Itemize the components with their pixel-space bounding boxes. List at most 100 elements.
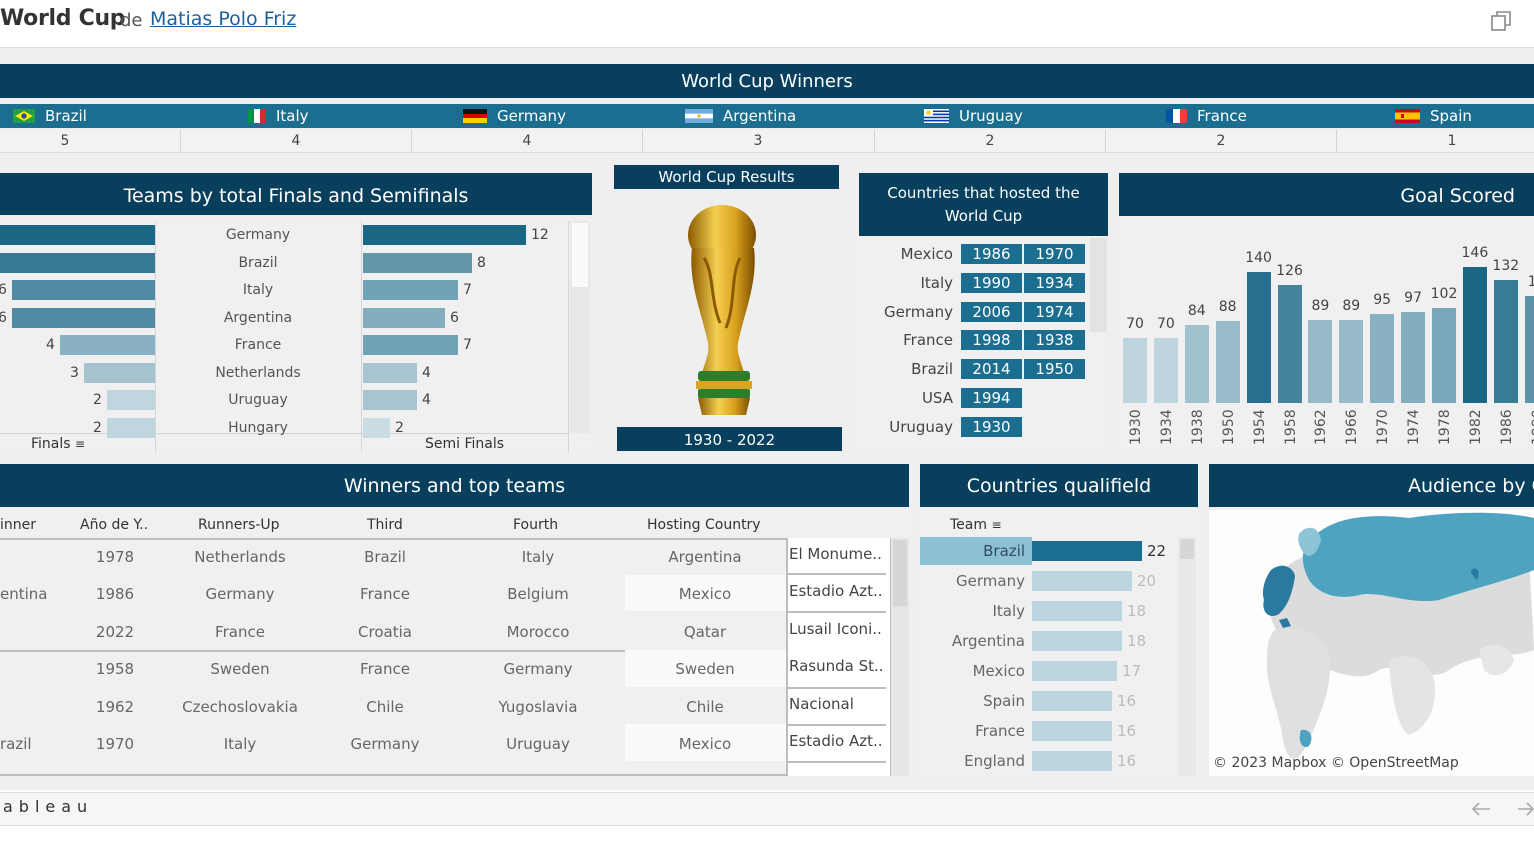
sort-icon[interactable]: ≡ <box>991 518 1001 532</box>
team-label[interactable]: Argentina <box>921 632 1025 650</box>
audience-map[interactable]: © 2023 Mapbox © OpenStreetMap <box>1209 510 1534 776</box>
host-year-badge[interactable]: 1994 <box>961 388 1022 408</box>
winner-spain[interactable]: Spain <box>1395 104 1472 128</box>
semis-bar[interactable] <box>363 225 526 245</box>
qualified-bar[interactable] <box>1032 541 1142 561</box>
team-label[interactable]: Spain <box>921 692 1025 710</box>
stadium-cell[interactable]: El Monume.. <box>789 545 885 563</box>
stadium-cell[interactable]: Nacional <box>789 695 885 713</box>
semis-bar[interactable] <box>363 252 472 273</box>
col-header-year[interactable]: Año de Y.. <box>80 517 148 533</box>
qualified-value-label: 20 <box>1137 572 1157 590</box>
host-country-label: Mexico <box>900 245 953 263</box>
team-label[interactable]: Brazil <box>921 542 1025 560</box>
host-year-badge[interactable]: 1938 <box>1024 330 1085 351</box>
goal-bar[interactable] <box>1370 314 1395 403</box>
team-label[interactable]: England <box>921 752 1025 770</box>
goal-bar[interactable] <box>1524 296 1534 403</box>
semis-bar[interactable] <box>363 390 417 410</box>
qualified-bar[interactable] <box>1032 721 1112 741</box>
host-year-badge[interactable]: 1974 <box>1024 301 1085 322</box>
brazil-flag-icon <box>13 109 35 123</box>
col-header-winner[interactable]: inner <box>0 517 36 533</box>
col-header-host[interactable]: Hosting Country <box>647 517 761 533</box>
goal-bar[interactable] <box>1184 325 1209 403</box>
semis-bar[interactable] <box>363 417 390 438</box>
qualified-bar[interactable] <box>1032 571 1132 591</box>
map-attribution[interactable]: © 2023 Mapbox © OpenStreetMap <box>1213 755 1459 771</box>
winner-uruguay[interactable]: Uruguay <box>924 104 1023 128</box>
col-header-fourth[interactable]: Fourth <box>513 517 558 533</box>
goal-bar[interactable] <box>1215 321 1240 403</box>
host-year-badge[interactable]: 1934 <box>1024 272 1085 293</box>
qualified-bar[interactable] <box>1032 661 1117 681</box>
goal-year-label: 1970 <box>1375 409 1392 445</box>
host-year-badge[interactable]: 1970 <box>1024 244 1085 264</box>
sort-icon[interactable]: ≡ <box>75 437 85 451</box>
winner-france[interactable]: France <box>1166 104 1247 128</box>
finals-axis-label[interactable]: Finals ≡ <box>31 436 85 452</box>
goal-bar[interactable] <box>1401 312 1426 403</box>
finals-bar[interactable] <box>0 225 155 245</box>
host-year-badge[interactable]: 2014 <box>961 359 1022 380</box>
goal-bar[interactable] <box>1493 280 1518 403</box>
audience-title-text: Audience by C <box>1408 475 1534 497</box>
host-year-badge[interactable]: 1950 <box>1024 359 1085 380</box>
col-header-runners-up[interactable]: Runners-Up <box>198 517 280 533</box>
semis-bar[interactable] <box>363 307 445 328</box>
scrollbar[interactable] <box>891 538 909 776</box>
goal-value-label: 132 <box>1492 258 1520 274</box>
undo-arrow-icon[interactable] <box>1470 801 1492 817</box>
finals-bar[interactable] <box>107 417 155 438</box>
team-label[interactable]: France <box>921 722 1025 740</box>
winner-germany[interactable]: Germany <box>463 104 566 128</box>
winner-argentina[interactable]: Argentina <box>685 104 796 128</box>
qualified-value-label: 16 <box>1117 722 1137 740</box>
finals-bar[interactable] <box>60 335 155 355</box>
host-year-badge[interactable]: 1930 <box>961 416 1022 437</box>
team-header[interactable]: Team ≡ <box>950 517 1002 533</box>
finals-bar[interactable] <box>107 390 155 410</box>
semis-bar[interactable] <box>363 335 458 355</box>
stadium-cell[interactable]: Estadio Azt.. <box>789 582 885 600</box>
semis-bar[interactable] <box>363 362 417 383</box>
stadium-cell[interactable]: Estadio Azt.. <box>789 732 885 750</box>
author-link[interactable]: Matias Polo Friz <box>150 8 296 30</box>
finals-bar[interactable] <box>84 362 155 383</box>
goal-bar[interactable] <box>1153 338 1178 403</box>
qualified-bar[interactable] <box>1032 631 1122 651</box>
stadium-cell[interactable]: Lusail Iconi.. <box>789 620 885 638</box>
scrollbar[interactable] <box>570 221 590 433</box>
qualified-bar[interactable] <box>1032 601 1122 621</box>
goal-bar[interactable] <box>1246 272 1271 403</box>
semis-bar[interactable] <box>363 280 458 300</box>
semis-value-label: 7 <box>463 337 472 353</box>
viz-header: World Cup de Matias Polo Friz <box>0 0 1534 48</box>
host-year-badge[interactable]: 1998 <box>961 330 1022 351</box>
host-year-badge[interactable]: 1986 <box>961 244 1022 264</box>
goal-bar[interactable] <box>1432 308 1456 403</box>
goal-bar[interactable] <box>1277 285 1302 403</box>
goal-bar[interactable] <box>1123 338 1147 403</box>
team-label[interactable]: Mexico <box>921 662 1025 680</box>
scrollbar[interactable] <box>1178 537 1196 776</box>
host-year-badge[interactable]: 2006 <box>961 301 1022 322</box>
redo-arrow-icon[interactable] <box>1518 801 1534 817</box>
goal-bar[interactable] <box>1462 267 1487 403</box>
qualified-bar[interactable] <box>1032 751 1112 771</box>
winner-brazil[interactable]: Brazil <box>13 104 87 128</box>
team-label[interactable]: Italy <box>921 602 1025 620</box>
finals-bar[interactable] <box>12 307 155 328</box>
team-label[interactable]: Germany <box>921 572 1025 590</box>
goal-bar[interactable] <box>1339 320 1364 403</box>
qualified-bar[interactable] <box>1032 691 1112 711</box>
col-header-third[interactable]: Third <box>367 517 403 533</box>
host-year-badge[interactable]: 1990 <box>961 272 1022 293</box>
finals-bar[interactable] <box>12 280 155 300</box>
goal-bar[interactable] <box>1308 320 1333 403</box>
finals-bar[interactable] <box>0 252 155 273</box>
winner-italy[interactable]: Italy <box>248 104 309 128</box>
copy-icon[interactable] <box>1491 10 1511 32</box>
stadium-cell[interactable]: Rasunda St.. <box>789 657 885 675</box>
scrollbar[interactable] <box>1090 238 1107 332</box>
